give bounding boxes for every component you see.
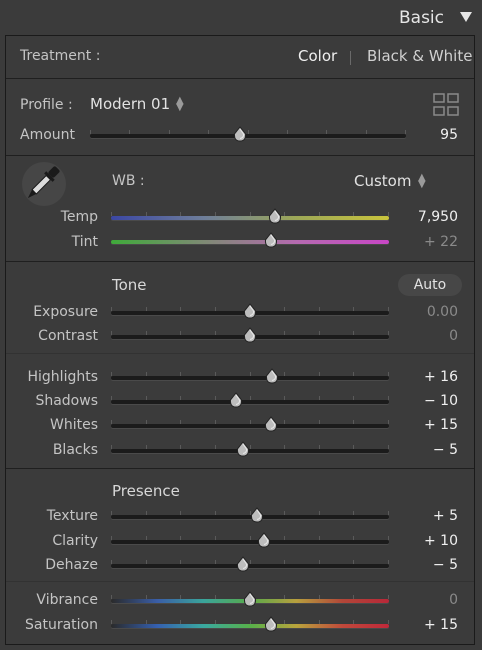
exposure-value[interactable]: 0.00 xyxy=(398,304,458,320)
whites-slider-track[interactable] xyxy=(111,424,389,428)
shadows-slider-track[interactable] xyxy=(111,400,389,404)
tint-slider-track[interactable] xyxy=(111,240,389,244)
divider xyxy=(6,353,474,354)
blacks-value[interactable]: − 5 xyxy=(398,442,458,458)
divider xyxy=(6,261,474,262)
wb-label: WB : xyxy=(112,173,145,189)
treatment-separator xyxy=(350,51,351,65)
whites-value[interactable]: + 15 xyxy=(398,417,458,433)
vibrance-slider-thumb[interactable] xyxy=(243,591,257,607)
amount-slider-thumb[interactable] xyxy=(233,126,247,142)
saturation-slider-track[interactable] xyxy=(111,624,389,628)
texture-value[interactable]: + 5 xyxy=(398,508,458,524)
exposure-label: Exposure xyxy=(33,304,98,320)
tint-label: Tint xyxy=(71,234,98,250)
dehaze-slider-thumb[interactable] xyxy=(236,556,250,572)
amount-slider-track[interactable] xyxy=(90,134,406,138)
contrast-slider-thumb[interactable] xyxy=(243,327,257,343)
highlights-label: Highlights xyxy=(27,369,99,385)
vibrance-value[interactable]: 0 xyxy=(398,592,458,608)
temp-label: Temp xyxy=(60,209,98,225)
contrast-value[interactable]: 0 xyxy=(398,328,458,344)
texture-slider-thumb[interactable] xyxy=(250,507,264,523)
amount-value[interactable]: 95 xyxy=(398,127,458,143)
divider xyxy=(6,155,474,156)
exposure-slider-thumb[interactable] xyxy=(243,303,257,319)
whites-slider-thumb[interactable] xyxy=(264,416,278,432)
tint-slider-thumb[interactable] xyxy=(264,232,278,248)
profile-label: Profile : xyxy=(20,97,73,113)
shadows-value[interactable]: − 10 xyxy=(398,393,458,409)
profile-select[interactable]: Modern 01 xyxy=(90,95,170,113)
shadows-label: Shadows xyxy=(35,393,98,409)
dehaze-value[interactable]: − 5 xyxy=(398,557,458,573)
up-down-arrows-icon[interactable]: ▲ ▼ xyxy=(176,96,184,113)
saturation-slider-thumb[interactable] xyxy=(264,616,278,632)
texture-label: Texture xyxy=(46,508,98,524)
highlights-value[interactable]: + 16 xyxy=(398,369,458,385)
vibrance-label: Vibrance xyxy=(36,592,98,608)
up-down-arrows-icon[interactable]: ▲ ▼ xyxy=(418,173,426,190)
blacks-slider-thumb[interactable] xyxy=(236,441,250,457)
whites-label: Whites xyxy=(49,417,98,433)
presence-title: Presence xyxy=(112,482,180,500)
panel-title[interactable]: Basic xyxy=(399,8,444,28)
saturation-label: Saturation xyxy=(25,617,98,633)
highlights-slider-thumb[interactable] xyxy=(265,368,279,384)
highlights-slider-track[interactable] xyxy=(111,376,389,380)
shadows-slider-thumb[interactable] xyxy=(229,392,243,408)
treatment-color-option[interactable]: Color xyxy=(298,47,337,65)
contrast-label: Contrast xyxy=(38,328,98,344)
treatment-label: Treatment : xyxy=(20,48,101,64)
tone-title: Tone xyxy=(112,276,147,294)
clarity-slider-thumb[interactable] xyxy=(257,532,271,548)
divider xyxy=(6,78,474,79)
treatment-bw-option[interactable]: Black & White xyxy=(367,47,472,65)
clarity-slider-track[interactable] xyxy=(111,540,389,544)
saturation-value[interactable]: + 15 xyxy=(398,617,458,633)
triangle-down-icon[interactable] xyxy=(460,12,472,22)
auto-button[interactable]: Auto xyxy=(398,274,462,296)
clarity-value[interactable]: + 10 xyxy=(398,533,458,549)
divider xyxy=(6,468,474,469)
tint-value[interactable]: + 22 xyxy=(398,234,458,250)
blacks-label: Blacks xyxy=(52,442,98,458)
clarity-label: Clarity xyxy=(52,533,98,549)
divider xyxy=(6,581,474,582)
wb-select[interactable]: Custom xyxy=(354,172,411,190)
amount-label: Amount xyxy=(20,127,76,143)
temp-value[interactable]: 7,950 xyxy=(398,209,458,225)
dehaze-label: Dehaze xyxy=(45,557,98,573)
grid-icon[interactable] xyxy=(432,92,460,118)
eyedropper-icon[interactable] xyxy=(18,160,66,208)
temp-slider-thumb[interactable] xyxy=(268,208,282,224)
temp-slider-track[interactable] xyxy=(111,216,389,220)
